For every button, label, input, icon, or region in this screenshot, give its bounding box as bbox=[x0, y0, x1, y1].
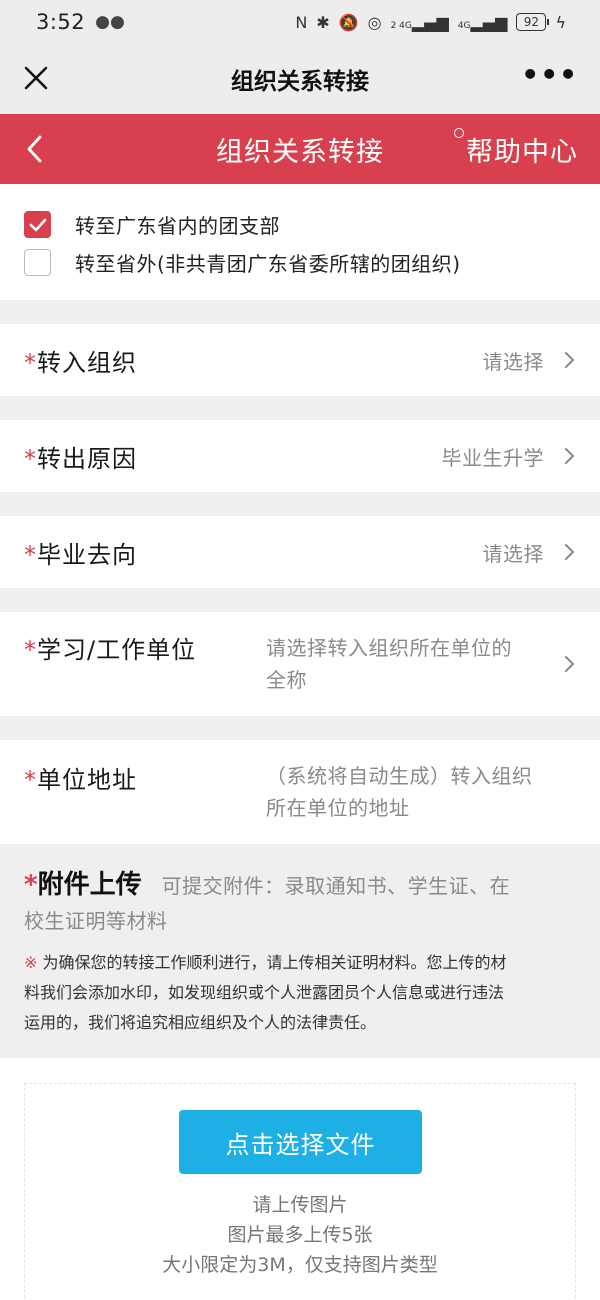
field-value: 请选择 bbox=[482, 349, 544, 374]
field-value-line: 请选择转入组织所在单位的 bbox=[266, 636, 512, 660]
field-label-text: 学习/工作单位 bbox=[37, 636, 197, 664]
warning-line: 料我们会添加水印，如发现组织或个人泄露团员个人信息或进行违法 bbox=[24, 983, 505, 1002]
field-target-org[interactable]: *转入组织 请选择 bbox=[0, 324, 600, 396]
status-bar: 3:52 ●● N ✱ 🔕 ◎ 2 4G▂▄▆ 4G▂▄▆ 92 ϟ bbox=[0, 0, 600, 44]
status-icons: N ✱ 🔕 ◎ 2 4G▂▄▆ 4G▂▄▆ 92 ϟ bbox=[295, 13, 566, 32]
field-label: *学习/工作单位 bbox=[24, 630, 266, 665]
network-label-2: 4G bbox=[457, 20, 471, 31]
required-mark: * bbox=[24, 540, 37, 569]
required-mark: * bbox=[24, 636, 37, 664]
field-value-line: 所在单位的地址 bbox=[266, 796, 410, 820]
upload-note: 请上传图片 bbox=[252, 1194, 348, 1216]
transfer-scope-section: 转至广东省内的团支部 转至省外(非共青团广东省委所辖的团组织) bbox=[0, 184, 600, 300]
checkmark-icon bbox=[29, 218, 46, 231]
required-mark: * bbox=[24, 348, 37, 377]
checkbox-unchecked-icon[interactable] bbox=[24, 249, 51, 276]
checkbox-checked-icon[interactable] bbox=[24, 211, 51, 238]
back-icon[interactable] bbox=[20, 132, 50, 166]
warning-line: 为确保您的转接工作顺利进行，请上传相关证明材料。您上传的材 bbox=[42, 953, 507, 972]
network-label-1: 2 4G bbox=[390, 20, 412, 31]
field-label-text: 转出原因 bbox=[37, 444, 137, 473]
option-label: 转至省外(非共青团广东省委所辖的团组织) bbox=[75, 252, 461, 276]
field-label: *转出原因 bbox=[24, 439, 137, 474]
more-menu-button[interactable]: ••• bbox=[521, 61, 578, 89]
warning-mark: ※ bbox=[24, 953, 38, 972]
mute-bell-icon: 🔕 bbox=[338, 12, 359, 32]
chevron-right-icon bbox=[565, 448, 575, 464]
field-label-text: 毕业去向 bbox=[37, 540, 137, 569]
field-graduation-destination[interactable]: *毕业去向 请选择 bbox=[0, 516, 600, 588]
privacy-warning: ※ 为确保您的转接工作顺利进行，请上传相关证明材料。您上传的材 料我们会添加水印… bbox=[24, 948, 580, 1038]
app-title: 组织关系转接 bbox=[231, 69, 369, 95]
close-icon[interactable] bbox=[18, 60, 54, 96]
nfc-icon: N bbox=[295, 12, 308, 32]
field-value-line: 全称 bbox=[266, 668, 307, 692]
option-label: 转至广东省内的团支部 bbox=[75, 214, 280, 238]
choose-file-button[interactable]: 点击选择文件 bbox=[179, 1110, 422, 1174]
upload-note: 大小限定为3M，仅支持图片类型 bbox=[162, 1254, 438, 1276]
help-center-link[interactable]: 帮助中心 bbox=[466, 130, 578, 169]
battery-level: 92 bbox=[523, 15, 540, 29]
warning-line: 运用的，我们将追究相应组织及个人的法律责任。 bbox=[24, 1013, 377, 1032]
page-title: 组织关系转接 bbox=[216, 136, 384, 168]
app-title-bar: 组织关系转接 ••• bbox=[0, 44, 600, 114]
field-value: （系统将自动生成）转入组织 所在单位的地址 bbox=[266, 760, 533, 824]
option-outside-province[interactable]: 转至省外(非共青团广东省委所辖的团组织) bbox=[24, 248, 461, 277]
field-label-text: 单位地址 bbox=[37, 766, 137, 794]
signal-1-icon: 2 4G▂▄▆ bbox=[390, 12, 449, 32]
signal-2-icon: 4G▂▄▆ bbox=[457, 12, 508, 32]
required-mark: * bbox=[24, 444, 37, 473]
field-value: 请选择转入组织所在单位的 全称 bbox=[266, 632, 512, 696]
upload-title: *附件上传 bbox=[24, 864, 142, 901]
upload-header: *附件上传 可提交附件：录取通知书、学生证、在 校生证明等材料 bbox=[24, 864, 584, 934]
required-mark: * bbox=[24, 870, 38, 900]
field-label-text: 转入组织 bbox=[37, 348, 137, 377]
option-within-province[interactable]: 转至广东省内的团支部 bbox=[24, 210, 280, 239]
field-value-line: （系统将自动生成）转入组织 bbox=[266, 764, 533, 788]
field-label: *转入组织 bbox=[24, 343, 137, 378]
charging-icon: ϟ bbox=[555, 12, 566, 32]
field-value: 请选择 bbox=[482, 541, 544, 566]
field-work-unit[interactable]: *学习/工作单位 请选择转入组织所在单位的 全称 bbox=[0, 612, 600, 716]
field-label: *毕业去向 bbox=[24, 535, 137, 570]
upload-hint-line2: 校生证明等材料 bbox=[24, 909, 168, 933]
hotspot-icon: ◎ bbox=[367, 12, 382, 32]
field-value: 毕业生升学 bbox=[441, 445, 544, 470]
page-header: 组织关系转接 帮助中心 bbox=[0, 114, 600, 184]
upload-box: 点击选择文件 请上传图片 图片最多上传5张 大小限定为3M，仅支持图片类型 bbox=[24, 1083, 576, 1300]
battery-icon: 92 bbox=[516, 13, 550, 31]
required-mark: * bbox=[24, 766, 37, 794]
upload-hint: 可提交附件：录取通知书、学生证、在 bbox=[161, 874, 511, 898]
wechat-notification-icon: ●● bbox=[95, 12, 125, 32]
chevron-right-icon bbox=[565, 352, 575, 368]
upload-note: 图片最多上传5张 bbox=[227, 1224, 373, 1246]
help-badge-icon bbox=[454, 128, 464, 138]
field-transfer-reason[interactable]: *转出原因 毕业生升学 bbox=[0, 420, 600, 492]
chevron-right-icon bbox=[565, 544, 575, 560]
status-time: 3:52 bbox=[36, 10, 86, 34]
bluetooth-icon: ✱ bbox=[316, 12, 330, 32]
field-label: *单位地址 bbox=[24, 760, 266, 795]
field-unit-address: *单位地址 （系统将自动生成）转入组织 所在单位的地址 bbox=[0, 740, 600, 844]
chevron-right-icon bbox=[565, 656, 575, 672]
upload-title-text: 附件上传 bbox=[37, 870, 142, 900]
